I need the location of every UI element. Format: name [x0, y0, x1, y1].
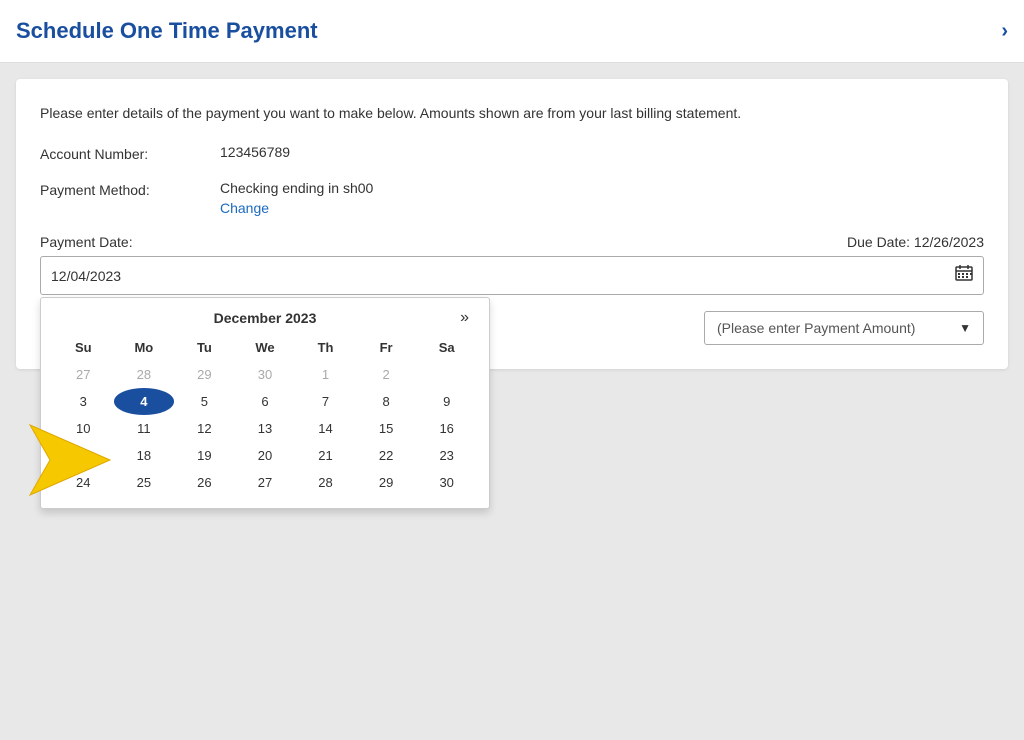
calendar-day-header: Sa [416, 336, 477, 361]
date-input-container: December 2023 » SuMoTuWeThFrSa 272829301… [40, 256, 984, 295]
payment-method-value: Checking ending in sh00 [220, 180, 373, 196]
calendar-grid: SuMoTuWeThFrSa 2728293012345678910111213… [53, 336, 477, 496]
payment-method-label: Payment Method: [40, 180, 220, 198]
calendar-day-cell[interactable]: 28 [295, 469, 356, 496]
calendar-day-cell[interactable]: 30 [235, 361, 296, 388]
calendar-day-cell[interactable]: 29 [174, 361, 235, 388]
calendar-day-cell[interactable]: 13 [235, 415, 296, 442]
calendar-day-cell [416, 361, 477, 388]
payment-method-section: Checking ending in sh00 Change [220, 180, 373, 216]
calendar-day-header: Th [295, 336, 356, 361]
calendar-body: 2728293012345678910111213141516171819202… [53, 361, 477, 496]
account-value: 123456789 [220, 144, 290, 160]
calendar-next-icon[interactable]: » [452, 309, 477, 327]
calendar-week-row: 17181920212223 [53, 442, 477, 469]
calendar-month-year: December 2023 [53, 310, 477, 326]
calendar-day-header: Mo [114, 336, 175, 361]
account-label: Account Number: [40, 144, 220, 162]
page-wrapper: Schedule One Time Payment › Please enter… [0, 0, 1024, 385]
payment-card: Please enter details of the payment you … [16, 79, 1008, 369]
payment-date-label: Payment Date: [40, 234, 133, 250]
calendar-day-cell[interactable]: 19 [174, 442, 235, 469]
calendar-day-cell[interactable]: 9 [416, 388, 477, 415]
info-text: Please enter details of the payment you … [40, 103, 984, 124]
payment-amount-placeholder: (Please enter Payment Amount) [717, 320, 915, 336]
calendar-day-cell[interactable]: 6 [235, 388, 296, 415]
calendar-day-header: Tu [174, 336, 235, 361]
calendar-day-cell[interactable]: 24 [53, 469, 114, 496]
calendar-day-cell[interactable]: 22 [356, 442, 417, 469]
dropdown-arrow-icon: ▼ [959, 321, 971, 335]
calendar-dropdown: December 2023 » SuMoTuWeThFrSa 272829301… [40, 297, 490, 509]
calendar-day-cell[interactable]: 23 [416, 442, 477, 469]
due-date-text: Due Date: 12/26/2023 [847, 234, 984, 250]
calendar-day-header: Su [53, 336, 114, 361]
page-header: Schedule One Time Payment › [0, 0, 1024, 63]
main-content: Please enter details of the payment you … [0, 63, 1024, 385]
calendar-day-cell[interactable]: 18 [114, 442, 175, 469]
payment-method-row: Payment Method: Checking ending in sh00 … [40, 180, 984, 216]
calendar-day-cell[interactable]: 15 [356, 415, 417, 442]
page-title: Schedule One Time Payment [16, 18, 318, 44]
calendar-week-row: 10111213141516 [53, 415, 477, 442]
calendar-day-header: Fr [356, 336, 417, 361]
calendar-day-cell[interactable]: 26 [174, 469, 235, 496]
calendar-days-header: SuMoTuWeThFrSa [53, 336, 477, 361]
calendar-day-cell[interactable]: 7 [295, 388, 356, 415]
calendar-day-cell[interactable]: 28 [114, 361, 175, 388]
payment-amount-dropdown[interactable]: (Please enter Payment Amount) ▼ [704, 311, 984, 345]
calendar-day-cell[interactable]: 20 [235, 442, 296, 469]
calendar-day-cell[interactable]: 27 [53, 361, 114, 388]
date-input-wrapper [40, 256, 984, 295]
calendar-header: December 2023 » [53, 310, 477, 326]
calendar-day-cell[interactable]: 12 [174, 415, 235, 442]
calendar-icon[interactable] [945, 257, 983, 294]
calendar-day-cell[interactable]: 17 [53, 442, 114, 469]
calendar-day-cell[interactable]: 2 [356, 361, 417, 388]
calendar-day-cell[interactable]: 4 [114, 388, 175, 415]
calendar-day-cell[interactable]: 16 [416, 415, 477, 442]
calendar-day-cell[interactable]: 5 [174, 388, 235, 415]
calendar-day-cell[interactable]: 3 [53, 388, 114, 415]
calendar-day-cell[interactable]: 25 [114, 469, 175, 496]
calendar-day-cell[interactable]: 27 [235, 469, 296, 496]
calendar-day-header: We [235, 336, 296, 361]
calendar-week-row: 2728293012 [53, 361, 477, 388]
calendar-day-cell[interactable]: 30 [416, 469, 477, 496]
payment-date-input[interactable] [41, 260, 945, 292]
calendar-week-row: 24252627282930 [53, 469, 477, 496]
account-row: Account Number: 123456789 [40, 144, 984, 162]
calendar-day-cell[interactable]: 10 [53, 415, 114, 442]
calendar-day-cell[interactable]: 14 [295, 415, 356, 442]
calendar-week-row: 3456789 [53, 388, 477, 415]
calendar-day-cell[interactable]: 21 [295, 442, 356, 469]
change-payment-method-link[interactable]: Change [220, 200, 373, 216]
date-row-header: Payment Date: Due Date: 12/26/2023 [40, 234, 984, 250]
header-chevron-icon[interactable]: › [1001, 20, 1008, 43]
calendar-day-cell[interactable]: 11 [114, 415, 175, 442]
calendar-day-cell[interactable]: 8 [356, 388, 417, 415]
calendar-day-cell[interactable]: 1 [295, 361, 356, 388]
payment-date-section: Payment Date: Due Date: 12/26/2023 [40, 234, 984, 295]
calendar-day-cell[interactable]: 29 [356, 469, 417, 496]
